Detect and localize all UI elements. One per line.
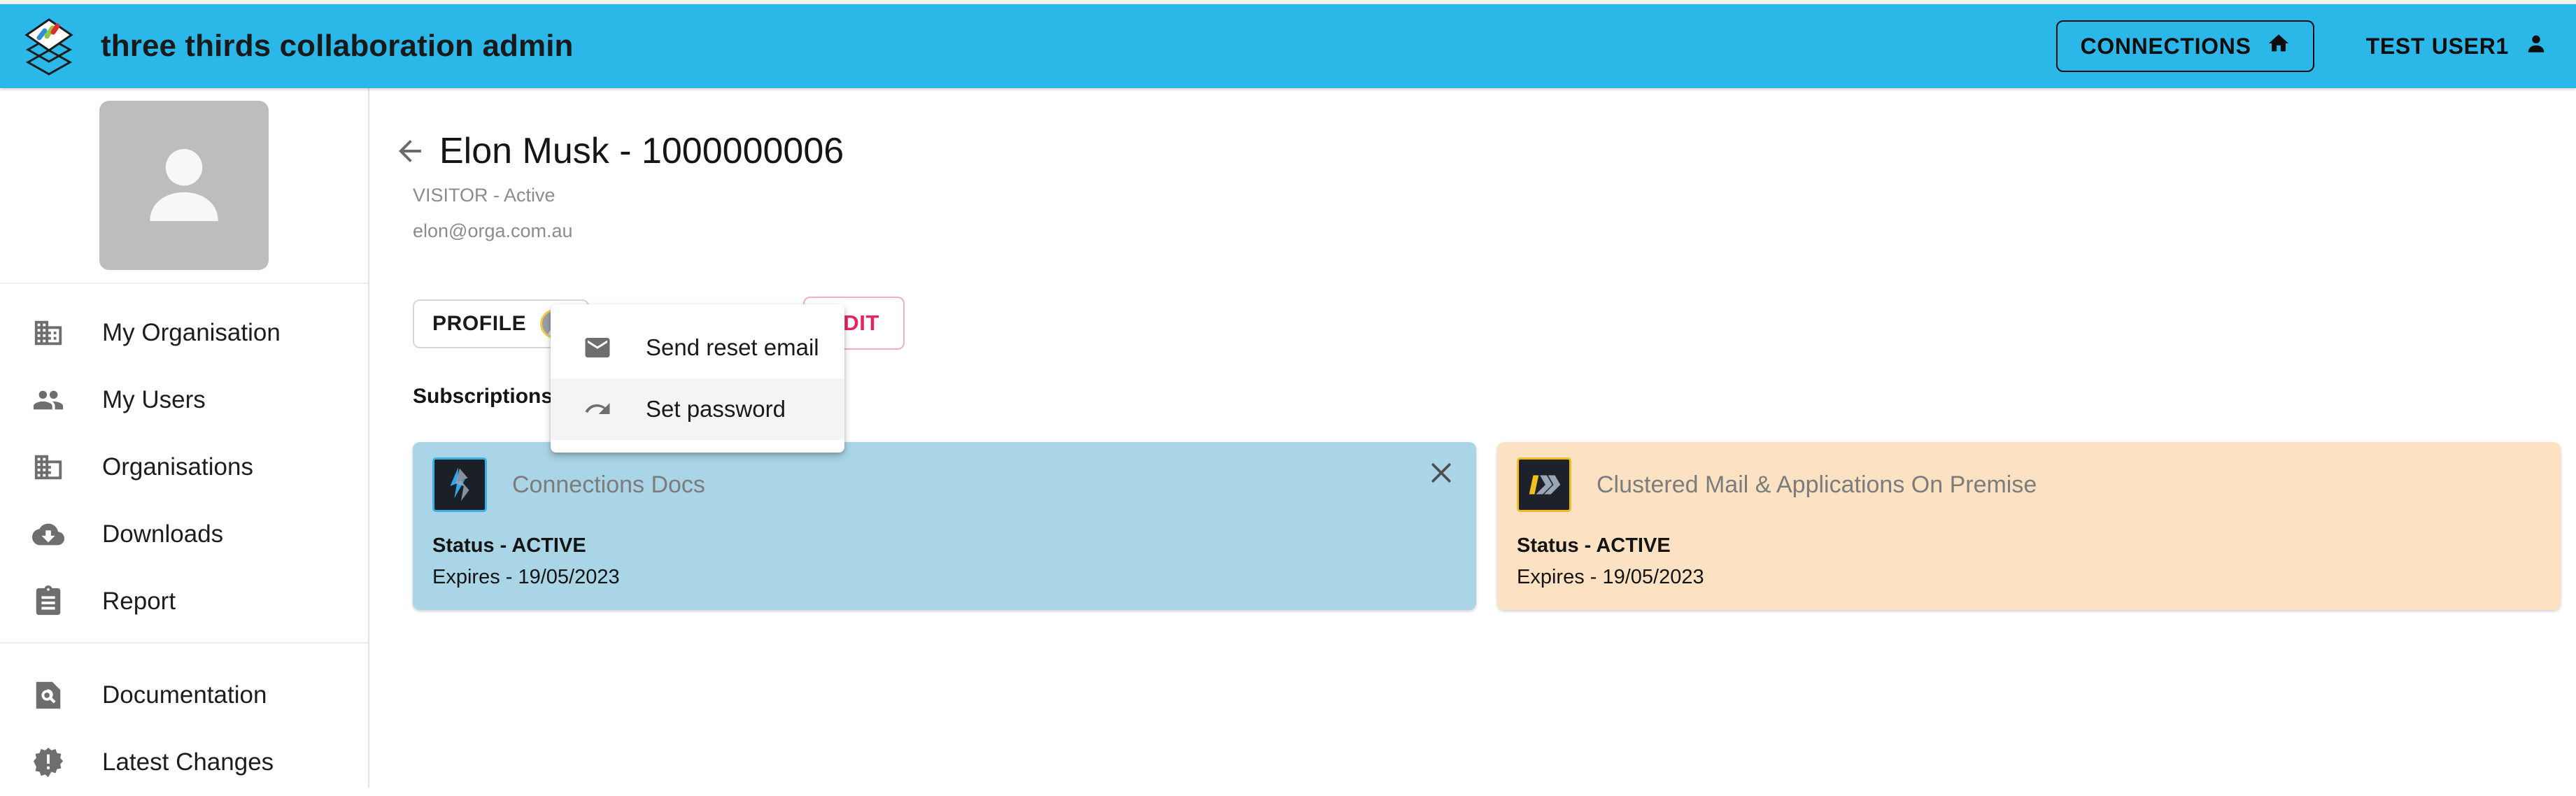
user-role-status: VISITOR - Active: [413, 185, 555, 206]
subscription-expires: Expires - 19/05/2023: [432, 566, 620, 588]
connections-button[interactable]: CONNECTIONS: [2056, 20, 2314, 72]
subscription-card-header: Connections Docs: [432, 457, 1457, 512]
stacked-diamonds-logo-icon: [24, 17, 74, 76]
brand: three thirds collaboration admin: [24, 17, 574, 76]
connections-button-label: CONNECTIONS: [2080, 33, 2251, 59]
brand-title: three thirds collaboration admin: [101, 29, 574, 63]
subscription-status: Status - ACTIVE: [1517, 534, 1671, 557]
user-email: elon@orga.com.au: [413, 220, 573, 241]
sidebar-item-label: My Organisation: [102, 319, 281, 346]
document-search-icon: [31, 678, 66, 713]
user-menu[interactable]: TEST USER1: [2366, 31, 2548, 61]
subscription-name: Clustered Mail & Applications On Premise: [1597, 471, 2037, 498]
sidebar-item-documentation[interactable]: Documentation: [0, 662, 368, 729]
home-icon: [2267, 31, 2291, 61]
business-icon: [31, 315, 66, 350]
sidebar-group-primary: My Organisation My Users Organisations D…: [0, 284, 368, 635]
sidebar-item-organisations[interactable]: Organisations: [0, 434, 368, 501]
sidebar-group-secondary: Documentation Latest Changes: [0, 642, 368, 796]
sidebar-item-label: Organisations: [102, 453, 253, 481]
sidebar-avatar-section: [0, 88, 368, 284]
subscription-card[interactable]: Clustered Mail & Applications On Premise…: [1497, 442, 2561, 610]
clustered-mail-logo-icon: [1517, 457, 1571, 512]
clipboard-icon: [31, 584, 66, 619]
user-menu-label: TEST USER1: [2365, 33, 2509, 59]
menu-item-label: Send reset email: [646, 334, 819, 360]
sidebar-item-my-users[interactable]: My Users: [0, 367, 368, 434]
subscription-card-header: Clustered Mail & Applications On Premise: [1517, 457, 2541, 512]
subscription-card[interactable]: Connections Docs Status - ACTIVE Expires…: [413, 442, 1476, 610]
subscription-status: Status - ACTIVE: [432, 534, 586, 557]
connections-docs-logo-icon: [432, 457, 487, 512]
person-icon: [2524, 31, 2548, 61]
person-placeholder-icon: [132, 132, 236, 240]
menu-item-set-password[interactable]: Set password: [551, 378, 844, 440]
sidebar-item-label: Latest Changes: [102, 748, 274, 776]
password-actions-menu: Send reset email Set password: [551, 304, 844, 453]
sidebar-item-label: Downloads: [102, 520, 224, 548]
domain-icon: [31, 450, 66, 485]
avatar: [99, 101, 269, 270]
sidebar: My Organisation My Users Organisations D…: [0, 88, 369, 788]
sidebar-item-label: My Users: [102, 386, 206, 413]
menu-item-send-reset-email[interactable]: Send reset email: [551, 317, 844, 378]
page-title: Elon Musk - 1000000006: [439, 131, 844, 171]
sidebar-item-my-organisation[interactable]: My Organisation: [0, 299, 368, 367]
sidebar-item-label: Report: [102, 588, 176, 615]
arrow-left-icon[interactable]: [392, 133, 428, 169]
people-icon: [31, 383, 66, 418]
redo-arrow-icon: [581, 393, 614, 425]
subscription-expires: Expires - 19/05/2023: [1517, 566, 1704, 588]
profile-button-label: PROFILE: [432, 312, 527, 335]
sidebar-item-report[interactable]: Report: [0, 568, 368, 635]
mail-icon: [581, 332, 614, 364]
menu-item-label: Set password: [646, 396, 786, 422]
subscriptions-list: Connections Docs Status - ACTIVE Expires…: [413, 442, 2576, 610]
sidebar-item-label: Documentation: [102, 681, 267, 709]
close-icon[interactable]: [1426, 457, 1457, 488]
badge-alert-icon: [31, 745, 66, 780]
subscription-name: Connections Docs: [512, 471, 705, 498]
app-header: three thirds collaboration admin CONNECT…: [0, 4, 2576, 88]
sidebar-item-downloads[interactable]: Downloads: [0, 501, 368, 568]
cloud-download-icon: [31, 517, 66, 552]
sidebar-item-latest-changes[interactable]: Latest Changes: [0, 729, 368, 796]
page-header: Elon Musk - 1000000006: [392, 130, 2576, 172]
header-actions: CONNECTIONS TEST USER1: [2056, 20, 2548, 72]
